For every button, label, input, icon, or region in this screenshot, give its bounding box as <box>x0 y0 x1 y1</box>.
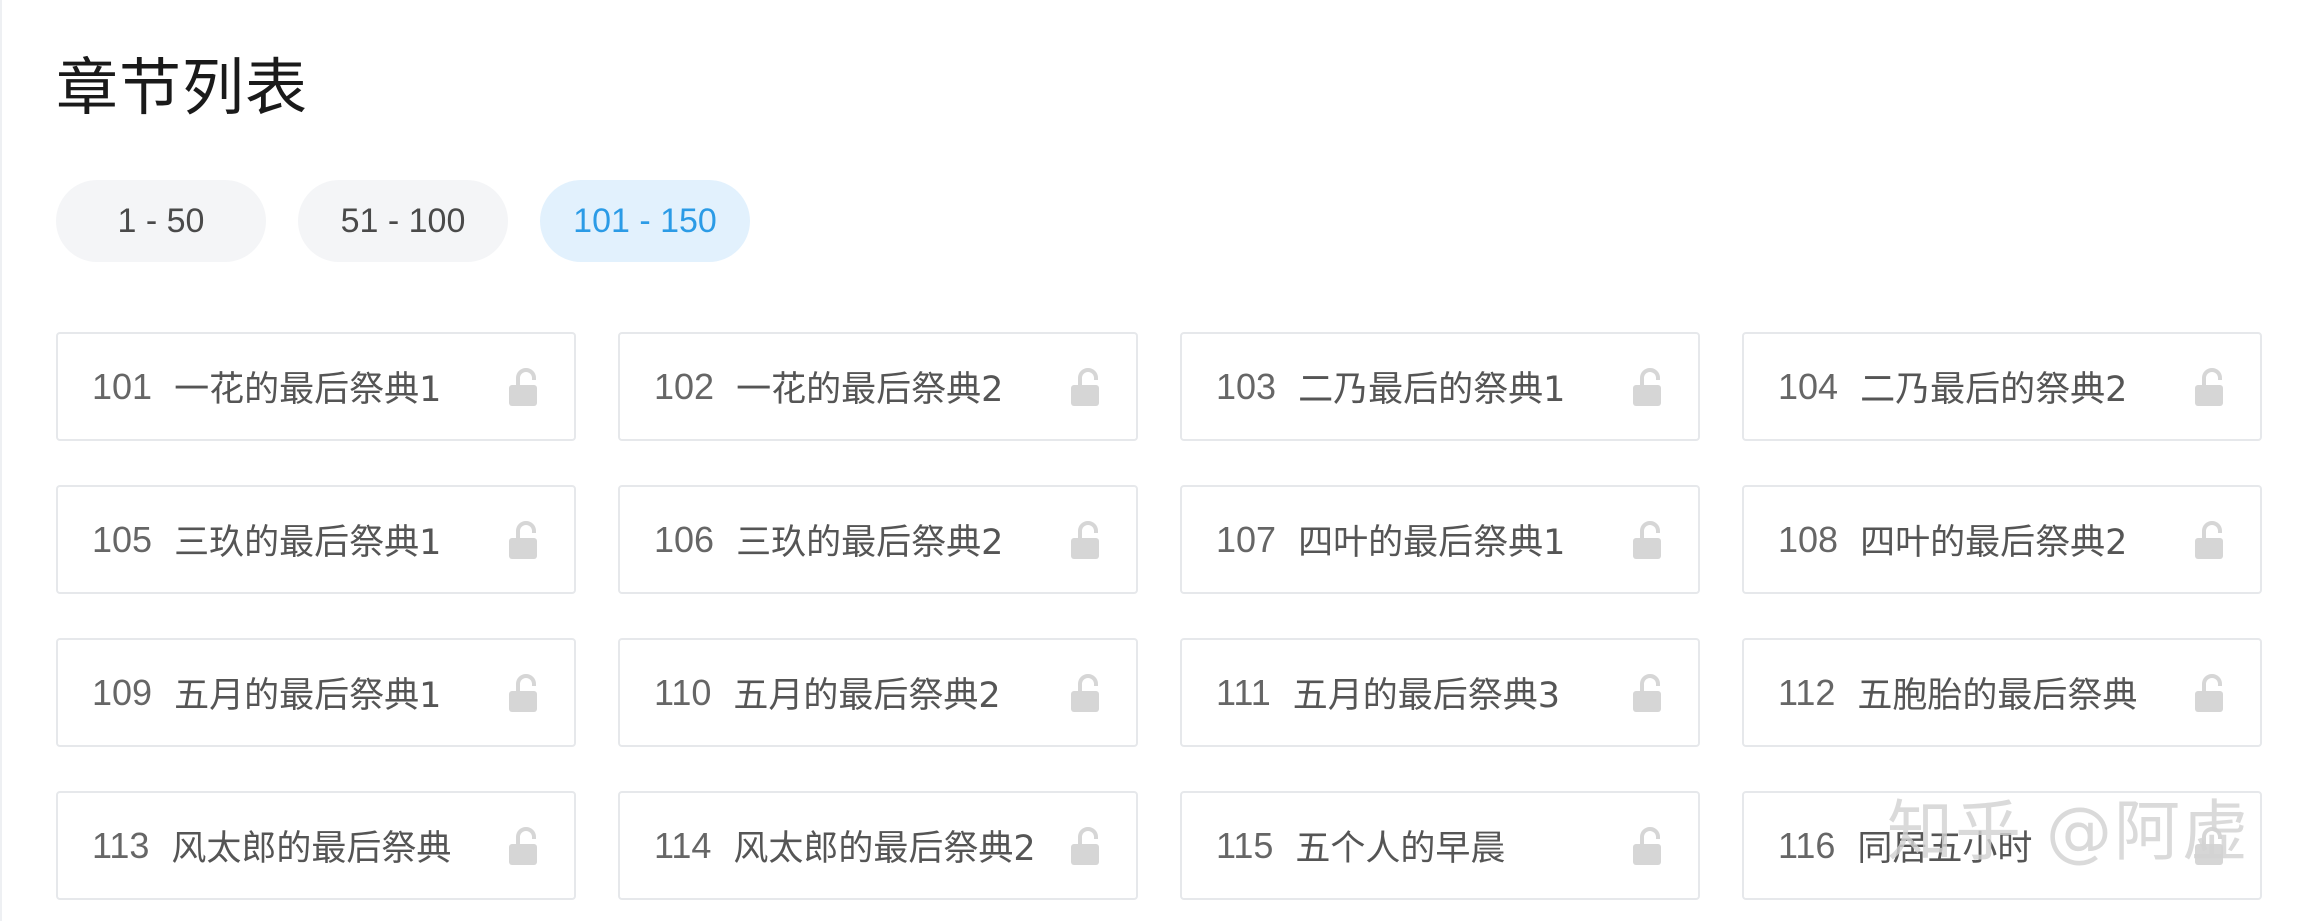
chapter-title: 五月的最后祭典1 <box>174 676 442 716</box>
chapter-card[interactable]: 113 风太郎的最后祭典 <box>56 791 576 900</box>
unlock-icon <box>1633 826 1661 865</box>
chapter-title: 一花的最后祭典2 <box>736 370 1004 410</box>
chapter-number: 109 <box>92 671 153 713</box>
chapter-number: 115 <box>1216 824 1274 866</box>
chapter-number: 114 <box>654 824 712 866</box>
chapter-title: 一花的最后祭典1 <box>174 370 442 410</box>
chapter-title: 五月的最后祭典2 <box>733 676 1001 716</box>
chapter-title: 四叶的最后祭典2 <box>1860 523 2128 563</box>
chapter-number: 103 <box>1216 365 1277 407</box>
unlock-icon <box>1071 520 1099 559</box>
chapter-title: 二乃最后的祭典1 <box>1298 370 1566 410</box>
chapter-number: 113 <box>92 824 150 866</box>
chapter-title: 五胞胎的最后祭典 <box>1857 676 2138 716</box>
chapter-title: 三玖的最后祭典2 <box>736 523 1004 563</box>
unlock-icon <box>1071 826 1099 865</box>
chapter-number: 105 <box>92 518 153 560</box>
chapter-range-tabs: 1 - 50 51 - 100 101 - 150 <box>56 180 750 262</box>
chapter-card[interactable]: 106 三玖的最后祭典2 <box>618 485 1138 594</box>
unlock-icon <box>509 826 537 865</box>
unlock-icon <box>509 673 537 712</box>
chapter-number: 116 <box>1778 824 1836 866</box>
chapter-number: 110 <box>654 671 712 713</box>
chapter-number: 111 <box>1216 671 1271 713</box>
unlock-icon <box>2195 673 2223 712</box>
chapter-card[interactable]: 102 一花的最后祭典2 <box>618 332 1138 441</box>
chapter-number: 102 <box>654 365 715 407</box>
unlock-icon <box>1633 673 1661 712</box>
chapter-card[interactable]: 114 风太郎的最后祭典2 <box>618 791 1138 900</box>
chapter-card[interactable]: 108 四叶的最后祭典2 <box>1742 485 2262 594</box>
chapter-title: 风太郎的最后祭典 <box>171 829 452 869</box>
page-title: 章节列表 <box>56 51 309 124</box>
tab-range-51-100[interactable]: 51 - 100 <box>298 180 508 262</box>
chapter-card[interactable]: 115 五个人的早晨 <box>1180 791 1700 900</box>
unlock-icon <box>2195 367 2223 406</box>
chapter-card[interactable]: 107 四叶的最后祭典1 <box>1180 485 1700 594</box>
tab-range-1-50[interactable]: 1 - 50 <box>56 180 266 262</box>
chapter-card[interactable]: 109 五月的最后祭典1 <box>56 638 576 747</box>
chapter-card[interactable]: 112 五胞胎的最后祭典 <box>1742 638 2262 747</box>
chapter-title: 五月的最后祭典3 <box>1292 676 1561 716</box>
chapter-number: 101 <box>92 365 153 407</box>
chapter-list-page: 章节列表 1 - 50 51 - 100 101 - 150 101 一花的最后… <box>0 0 2300 921</box>
chapter-card[interactable]: 105 三玖的最后祭典1 <box>56 485 576 594</box>
chapter-title: 同居五小时 <box>1857 829 2033 869</box>
unlock-icon <box>509 367 537 406</box>
chapter-number: 106 <box>654 518 715 560</box>
unlock-icon <box>509 520 537 559</box>
chapter-number: 108 <box>1778 518 1839 560</box>
chapter-card[interactable]: 111 五月的最后祭典3 <box>1180 638 1700 747</box>
unlock-icon <box>1071 367 1099 406</box>
chapter-title: 三玖的最后祭典1 <box>174 523 442 563</box>
chapter-card[interactable]: 101 一花的最后祭典1 <box>56 332 576 441</box>
chapter-card[interactable]: 116 同居五小时 <box>1742 791 2262 900</box>
chapter-title: 四叶的最后祭典1 <box>1298 523 1566 563</box>
chapter-card[interactable]: 104 二乃最后的祭典2 <box>1742 332 2262 441</box>
unlock-icon <box>1071 673 1099 712</box>
chapter-title: 风太郎的最后祭典2 <box>733 829 1036 869</box>
tab-range-101-150[interactable]: 101 - 150 <box>540 180 750 262</box>
chapter-card[interactable]: 103 二乃最后的祭典1 <box>1180 332 1700 441</box>
chapter-title: 五个人的早晨 <box>1295 829 1506 869</box>
chapter-title: 二乃最后的祭典2 <box>1860 370 2128 410</box>
chapter-grid: 101 一花的最后祭典1 102 一花的最后祭典2 103 二乃最后的祭典1 1… <box>56 332 2262 900</box>
unlock-icon <box>2195 826 2223 865</box>
chapter-number: 112 <box>1778 671 1836 713</box>
unlock-icon <box>1633 367 1661 406</box>
unlock-icon <box>1633 520 1661 559</box>
unlock-icon <box>2195 520 2223 559</box>
chapter-card[interactable]: 110 五月的最后祭典2 <box>618 638 1138 747</box>
chapter-number: 107 <box>1216 518 1277 560</box>
chapter-number: 104 <box>1778 365 1839 407</box>
